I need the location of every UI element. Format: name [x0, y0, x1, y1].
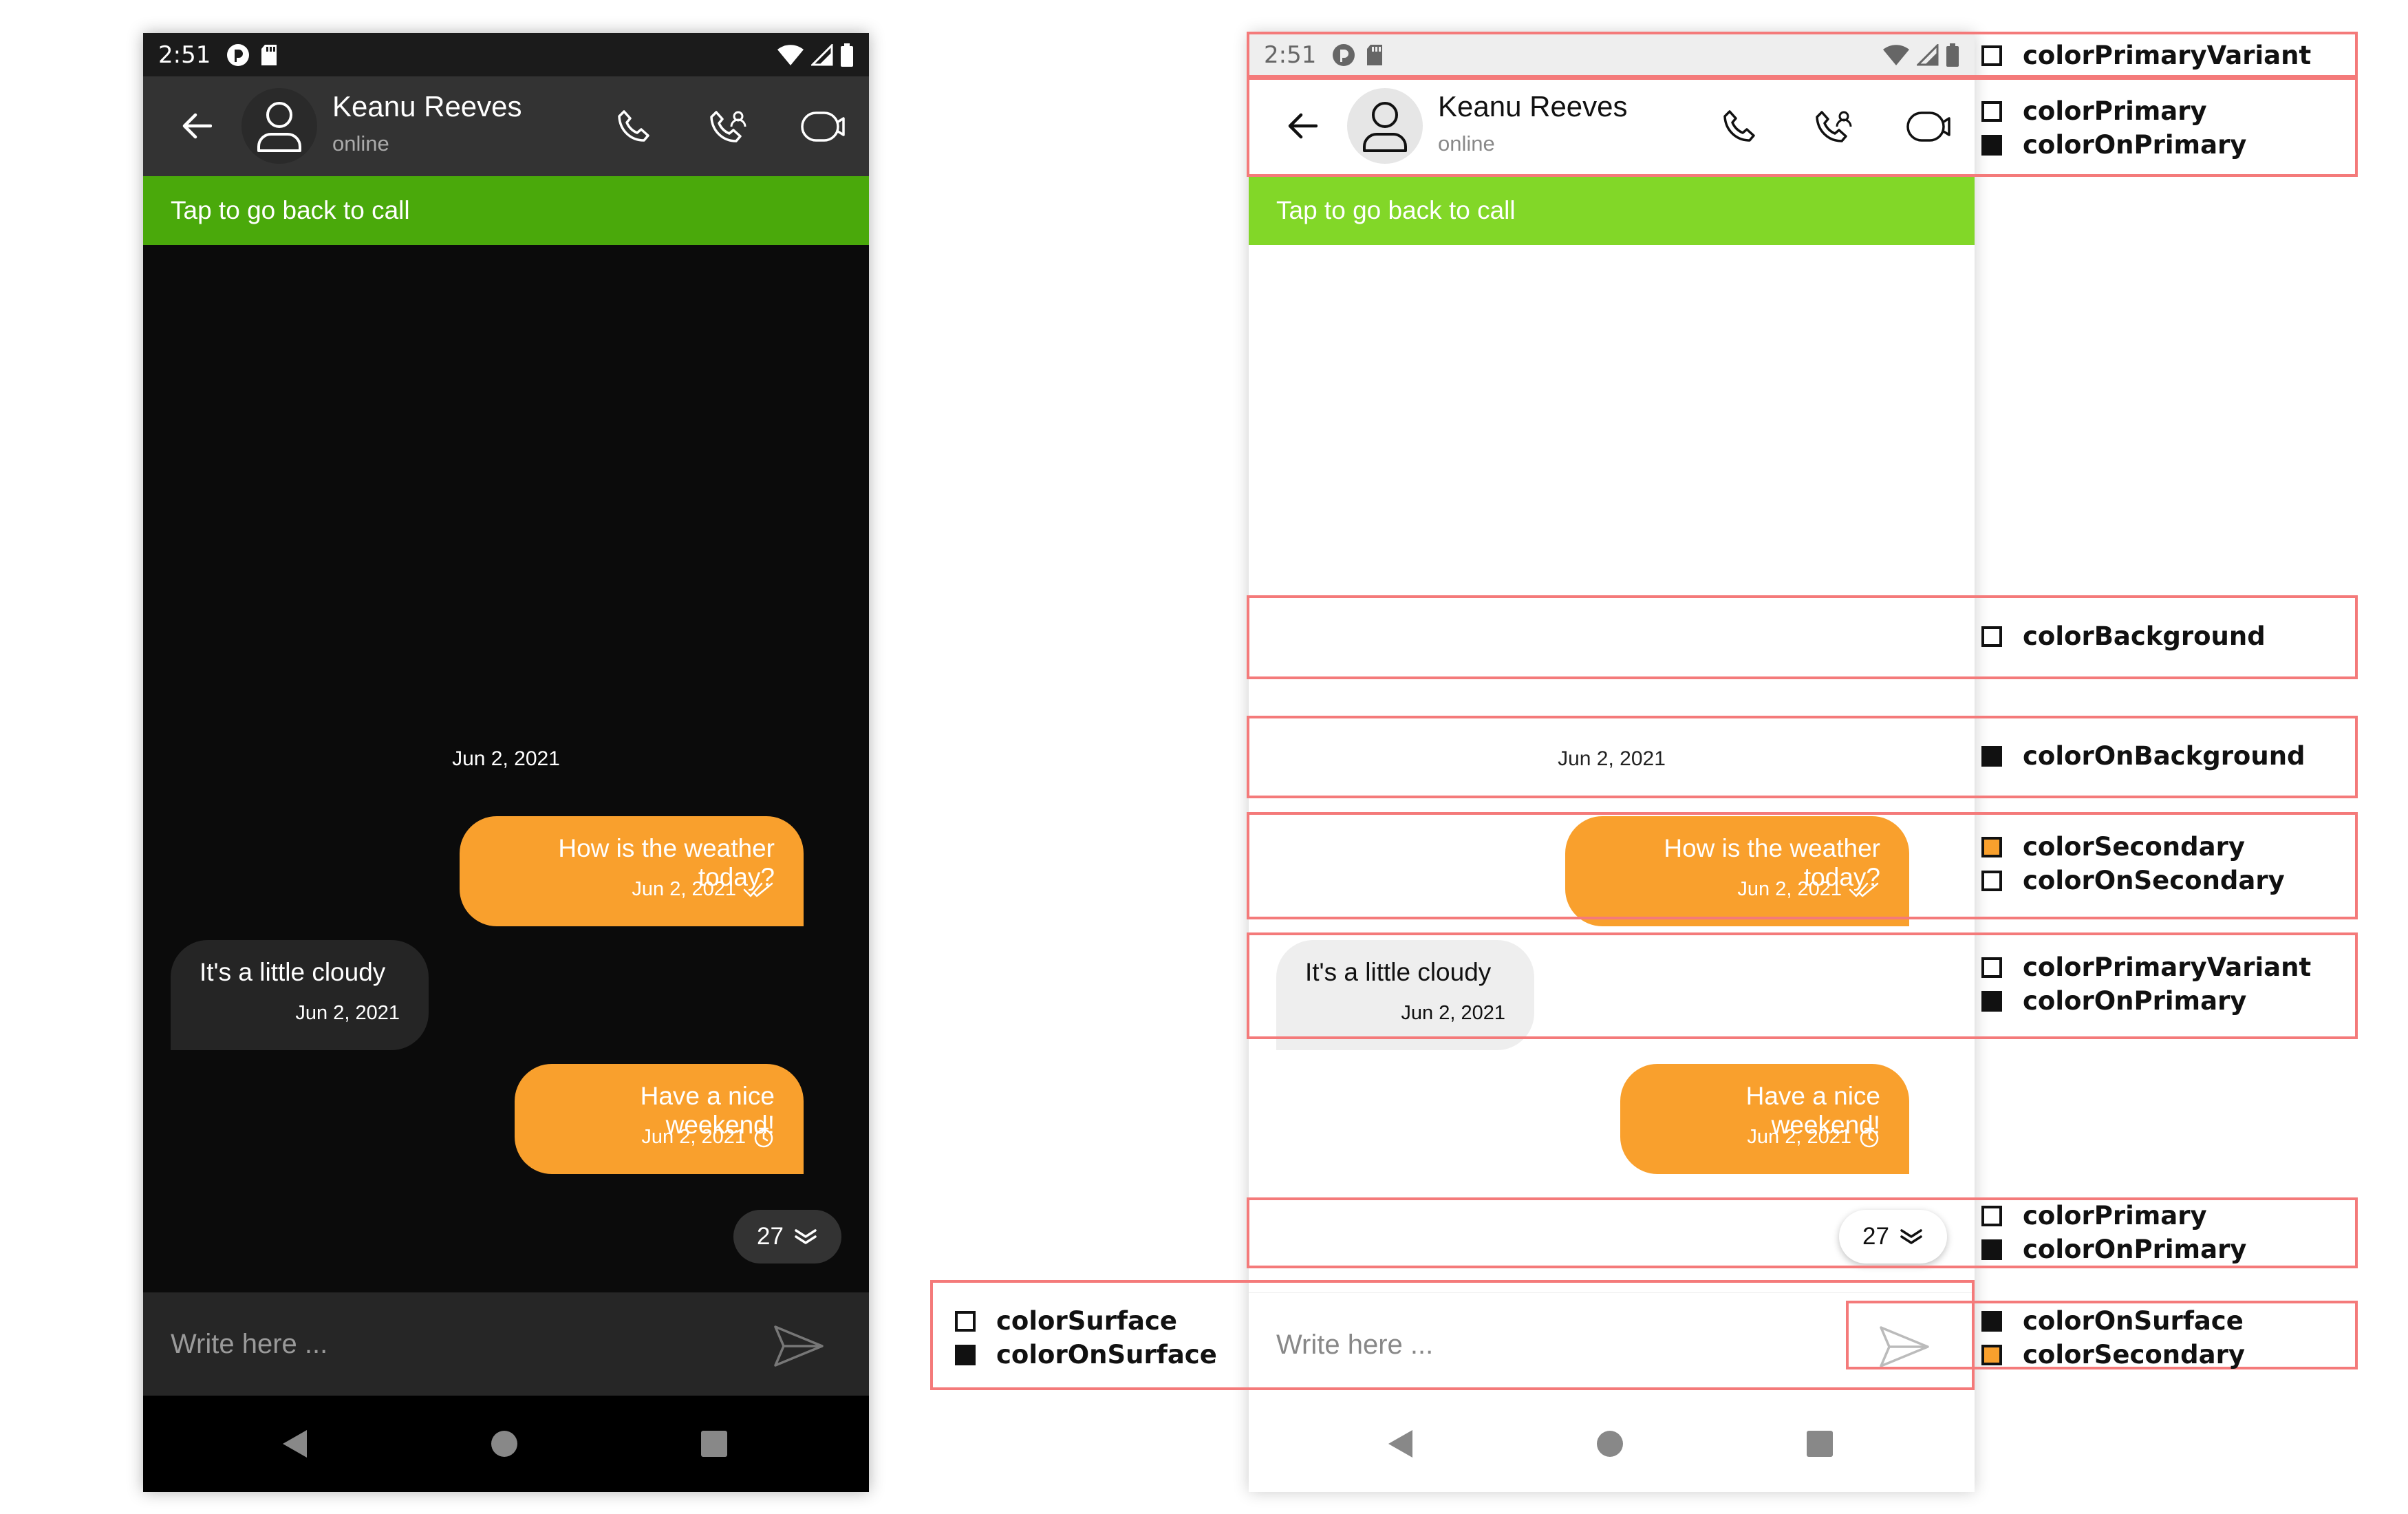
- incoming-message[interactable]: It's a little cloudy Jun 2, 2021: [171, 940, 429, 1050]
- legend-composer-surface: colorSurface colorOnSurface: [955, 1304, 1217, 1372]
- nav-home-icon[interactable]: [1593, 1427, 1627, 1461]
- legend-label: colorOnPrimary: [2023, 986, 2247, 1016]
- app-bar: Keanu Reeves online: [143, 76, 869, 176]
- legend-date-separator: colorOnBackground: [1981, 739, 2305, 773]
- nav-back-icon[interactable]: [1383, 1427, 1417, 1461]
- status-time: 2:51: [158, 41, 211, 69]
- color-swatch: [1981, 134, 2002, 156]
- unread-count: 27: [757, 1223, 784, 1250]
- color-swatch: [955, 1310, 976, 1332]
- legend-label: colorOnPrimary: [2023, 130, 2247, 160]
- legend-label: colorOnPrimary: [2023, 1235, 2247, 1264]
- double-chevron-down-icon: [793, 1227, 818, 1246]
- legend-incoming-bubble: colorPrimaryVariant colorOnPrimary: [1981, 950, 2311, 1018]
- status-bar: 2:51: [143, 33, 869, 76]
- sd-card-icon: [260, 44, 278, 66]
- message-time: Jun 2, 2021: [295, 1002, 400, 1024]
- legend-label: colorPrimary: [2023, 96, 2207, 126]
- legend-label: colorSecondary: [2023, 1340, 2245, 1369]
- color-swatch: [1981, 1310, 2002, 1332]
- message-meta: Jun 2, 2021: [641, 1126, 775, 1149]
- avatar[interactable]: [241, 88, 317, 164]
- battery-icon: [840, 43, 854, 67]
- color-swatch: [1981, 100, 2002, 122]
- signal-icon: [811, 43, 833, 66]
- message-text: It's a little cloudy: [200, 958, 386, 986]
- legend-outgoing-bubble: colorSecondary colorOnSecondary: [1981, 830, 2285, 897]
- message-time: Jun 2, 2021: [1747, 1126, 1851, 1148]
- legend-label: colorPrimary: [2023, 1201, 2207, 1230]
- legend-label: colorOnSecondary: [2023, 866, 2285, 895]
- scroll-to-bottom-button[interactable]: 27: [733, 1210, 841, 1264]
- color-swatch: [1981, 1344, 2002, 1365]
- legend-label: colorOnSurface: [2023, 1306, 2244, 1336]
- color-swatch: [1981, 870, 2002, 891]
- message-time: Jun 2, 2021: [641, 1126, 746, 1148]
- date-separator: Jun 2, 2021: [452, 747, 560, 770]
- dark-theme-phone: 2:51 Keanu Reeves online Tap to go back …: [143, 33, 869, 1492]
- message-time: Jun 2, 2021: [632, 878, 736, 900]
- message-composer: [143, 1292, 869, 1396]
- message-meta: Jun 2, 2021: [632, 878, 775, 901]
- group-call-icon[interactable]: [705, 104, 751, 149]
- legend-background: colorBackground: [1981, 619, 2266, 653]
- pending-clock-icon: [753, 1127, 775, 1149]
- phone-call-icon[interactable]: [611, 104, 656, 149]
- legend-label: colorOnSurface: [996, 1340, 1217, 1369]
- color-swatch: [1981, 990, 2002, 1012]
- return-to-call-banner[interactable]: Tap to go back to call: [1249, 176, 1975, 245]
- legend-label: colorOnBackground: [2023, 741, 2305, 771]
- legend-status-bar: colorPrimaryVariant: [1981, 39, 2311, 72]
- outgoing-message[interactable]: Have a nice weekend! Jun 2, 2021: [1620, 1064, 1909, 1174]
- color-swatch: [955, 1344, 976, 1365]
- color-swatch: [1981, 45, 2002, 66]
- app-notification-icon: [226, 43, 250, 67]
- color-swatch: [1981, 957, 2002, 978]
- message-meta: Jun 2, 2021: [295, 1002, 400, 1025]
- system-nav-bar: [143, 1396, 869, 1492]
- color-swatch: [1981, 626, 2002, 647]
- video-call-icon[interactable]: [800, 104, 846, 149]
- nav-home-icon[interactable]: [487, 1427, 522, 1461]
- pending-clock-icon: [1858, 1127, 1880, 1149]
- message-meta: Jun 2, 2021: [1747, 1126, 1880, 1149]
- contact-name[interactable]: Keanu Reeves: [332, 90, 522, 123]
- color-swatch: [1981, 745, 2002, 767]
- legend-send-button: colorOnSurface colorSecondary: [1981, 1304, 2245, 1372]
- color-swatch: [1981, 836, 2002, 857]
- outgoing-message[interactable]: How is the weather today? Jun 2, 2021: [460, 816, 804, 926]
- double-check-icon: [743, 881, 775, 899]
- color-swatch: [1981, 1205, 2002, 1226]
- legend-label: colorSurface: [996, 1306, 1178, 1336]
- nav-recents-icon[interactable]: [1803, 1427, 1837, 1461]
- legend-label: colorSecondary: [2023, 832, 2245, 862]
- back-arrow-icon[interactable]: [176, 105, 217, 147]
- return-to-call-banner[interactable]: Tap to go back to call: [143, 176, 869, 245]
- send-icon[interactable]: [768, 1319, 830, 1374]
- legend-label: colorBackground: [2023, 621, 2266, 651]
- system-nav-bar: [1249, 1396, 1975, 1492]
- legend-label: colorPrimaryVariant: [2023, 41, 2312, 70]
- wifi-icon: [777, 44, 804, 66]
- message-input[interactable]: [171, 1320, 721, 1368]
- legend-label: colorPrimaryVariant: [2023, 952, 2312, 982]
- legend-app-bar: colorPrimary colorOnPrimary: [1981, 94, 2246, 162]
- nav-recents-icon[interactable]: [697, 1427, 731, 1461]
- legend-scroll-button: colorPrimary colorOnPrimary: [1981, 1199, 2246, 1266]
- contact-status: online: [332, 131, 389, 156]
- outgoing-message[interactable]: Have a nice weekend! Jun 2, 2021: [515, 1064, 804, 1174]
- nav-back-icon[interactable]: [277, 1427, 312, 1461]
- color-swatch: [1981, 1239, 2002, 1260]
